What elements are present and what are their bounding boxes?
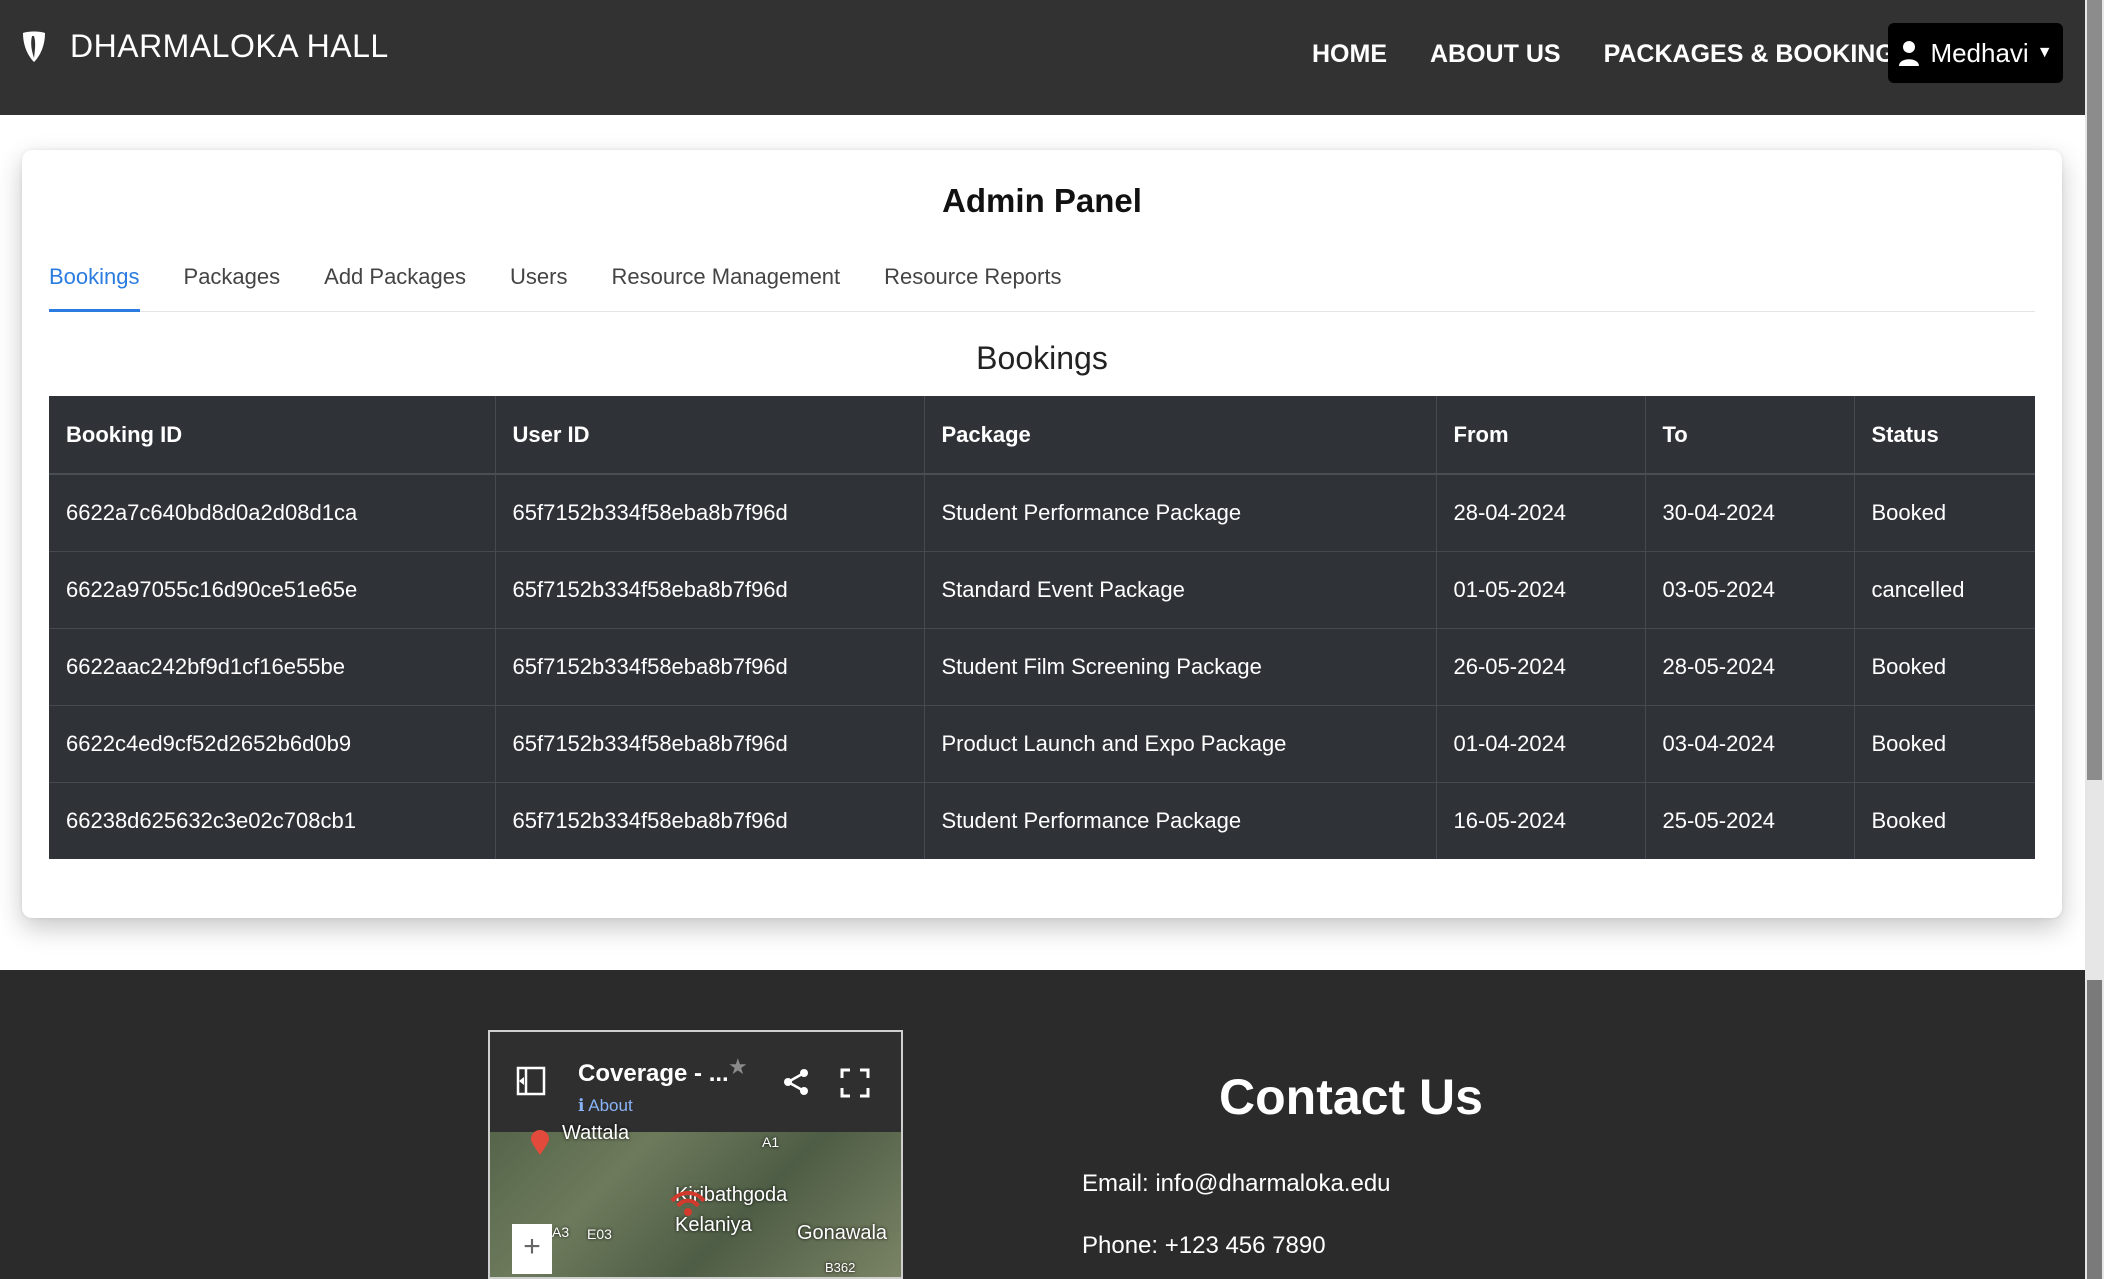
- table-row: 6622c4ed9cf52d2652b6d0b9 65f7152b334f58e…: [49, 705, 2035, 783]
- package-cell: Standard Event Package: [924, 551, 1437, 629]
- map-pin-icon: [531, 1130, 549, 1155]
- column-header-from: From: [1436, 396, 1646, 475]
- map-road-label: E03: [587, 1226, 612, 1242]
- top-navbar: DHARMALOKA HALL HOME ABOUT US PACKAGES &…: [0, 0, 2085, 115]
- brand-name: DHARMALOKA HALL: [70, 28, 389, 64]
- footer: [0, 970, 2085, 1279]
- table-row: 6622aac242bf9d1cf16e55be 65f7152b334f58e…: [49, 628, 2035, 706]
- zoom-in-label: +: [523, 1230, 541, 1263]
- from-date-cell: 16-05-2024: [1436, 782, 1646, 859]
- scrollbar-thumb-lower: [2087, 980, 2102, 1279]
- map-road-label: B362: [825, 1260, 856, 1275]
- from-date-cell: 26-05-2024: [1436, 628, 1646, 706]
- bookings-table: Booking ID User ID Package From To Statu…: [49, 396, 2035, 859]
- coverage-signal-icon: [670, 1191, 706, 1216]
- map-embed[interactable]: Coverage - ... ★ ℹ About Wattala Kiribat…: [488, 1030, 903, 1279]
- admin-tabs: Bookings Packages Add Packages Users Res…: [49, 262, 2035, 312]
- user-menu-button[interactable]: Medhavi ▼: [1888, 23, 2063, 83]
- share-icon[interactable]: [782, 1068, 810, 1096]
- brand[interactable]: DHARMALOKA HALL: [20, 28, 389, 65]
- tab-bookings[interactable]: Bookings: [49, 262, 140, 312]
- to-date-cell: 25-05-2024: [1645, 782, 1855, 859]
- contact-title: Contact Us: [1219, 1069, 1483, 1125]
- user-id-cell: 65f7152b334f58eba8b7f96d: [495, 782, 925, 859]
- to-date-cell: 03-05-2024: [1645, 551, 1855, 629]
- contact-phone: Phone: +123 456 7890: [1082, 1232, 1326, 1259]
- package-cell: Product Launch and Expo Package: [924, 705, 1437, 783]
- user-id-cell: 65f7152b334f58eba8b7f96d: [495, 628, 925, 706]
- booking-id-cell: 6622a7c640bd8d0a2d08d1ca: [49, 474, 496, 552]
- map-zoom-in-button[interactable]: +: [512, 1224, 552, 1274]
- booking-id-cell: 6622a97055c16d90ce51e65e: [49, 551, 496, 629]
- nav-packages-booking-link[interactable]: PACKAGES & BOOKING: [1604, 40, 1895, 69]
- to-date-cell: 28-05-2024: [1645, 628, 1855, 706]
- map-road-label: A3: [552, 1224, 570, 1240]
- page-title: Admin Panel: [942, 182, 1142, 219]
- to-date-cell: 30-04-2024: [1645, 474, 1855, 552]
- map-view[interactable]: Wattala Kiribathgoda Kelaniya Gonawala A…: [490, 1122, 901, 1277]
- column-header-user-id: User ID: [495, 396, 925, 475]
- nav-links: HOME ABOUT US PACKAGES & BOOKING: [1312, 40, 1938, 69]
- table-row: 66238d625632c3e02c708cb1 65f7152b334f58e…: [49, 782, 2035, 859]
- table-row: 6622a7c640bd8d0a2d08d1ca 65f7152b334f58e…: [49, 474, 2035, 552]
- fullscreen-icon[interactable]: [840, 1068, 870, 1098]
- user-id-cell: 65f7152b334f58eba8b7f96d: [495, 551, 925, 629]
- map-header: Coverage - ... ★ ℹ About: [490, 1032, 901, 1132]
- user-id-cell: 65f7152b334f58eba8b7f96d: [495, 474, 925, 552]
- booking-id-cell: 66238d625632c3e02c708cb1: [49, 782, 496, 859]
- table-header-row: Booking ID User ID Package From To Statu…: [49, 396, 2035, 475]
- package-cell: Student Film Screening Package: [924, 628, 1437, 706]
- user-id-cell: 65f7152b334f58eba8b7f96d: [495, 705, 925, 783]
- map-about-label: About: [588, 1096, 633, 1115]
- column-header-booking-id: Booking ID: [49, 396, 496, 475]
- package-cell: Student Performance Package: [924, 474, 1437, 552]
- table-row: 6622a97055c16d90ce51e65e 65f7152b334f58e…: [49, 551, 2035, 629]
- package-cell: Student Performance Package: [924, 782, 1437, 859]
- booking-id-cell: 6622c4ed9cf52d2652b6d0b9: [49, 705, 496, 783]
- status-cell: Booked: [1854, 474, 2035, 552]
- section-title: Bookings: [976, 340, 1108, 376]
- map-place-label: Gonawala: [797, 1222, 888, 1244]
- user-name: Medhavi: [1930, 37, 2029, 68]
- to-date-cell: 03-04-2024: [1645, 705, 1855, 783]
- user-icon: [1899, 41, 1920, 66]
- nav-home-link[interactable]: HOME: [1312, 40, 1387, 69]
- tab-resource-management[interactable]: Resource Management: [611, 262, 840, 312]
- booking-id-cell: 6622aac242bf9d1cf16e55be: [49, 628, 496, 706]
- side-panel-icon[interactable]: [516, 1066, 546, 1096]
- contact-email: Email: info@dharmaloka.edu: [1082, 1170, 1391, 1197]
- map-road-label: A1: [762, 1134, 780, 1150]
- shield-logo-icon: [23, 31, 45, 62]
- tab-packages[interactable]: Packages: [184, 262, 281, 312]
- status-cell: Booked: [1871, 807, 1947, 833]
- from-date-cell: 28-04-2024: [1436, 474, 1646, 552]
- tab-add-packages[interactable]: Add Packages: [324, 262, 466, 312]
- caret-down-icon: ▼: [2036, 44, 2053, 61]
- tab-users[interactable]: Users: [510, 262, 567, 312]
- map-about-link[interactable]: ℹ About: [578, 1096, 633, 1116]
- status-cell: Booked: [1854, 705, 2035, 783]
- map-place-label: Kelaniya: [675, 1214, 752, 1236]
- column-header-to: To: [1645, 396, 1855, 475]
- star-icon[interactable]: ★: [728, 1054, 748, 1080]
- column-header-package: Package: [924, 396, 1437, 475]
- nav-about-link[interactable]: ABOUT US: [1430, 40, 1561, 69]
- tab-resource-reports[interactable]: Resource Reports: [884, 262, 1061, 312]
- column-header-status: Status: [1854, 396, 2035, 475]
- status-cell: cancelled: [1854, 551, 2035, 629]
- status-cell: Booked: [1854, 628, 2035, 706]
- from-date-cell: 01-05-2024: [1436, 551, 1646, 629]
- from-date-cell: 01-04-2024: [1436, 705, 1646, 783]
- map-title[interactable]: Coverage - ...: [578, 1060, 729, 1088]
- info-icon: ℹ: [578, 1096, 585, 1115]
- map-place-label: Wattala: [562, 1122, 630, 1144]
- scrollbar-thumb[interactable]: [2087, 0, 2102, 780]
